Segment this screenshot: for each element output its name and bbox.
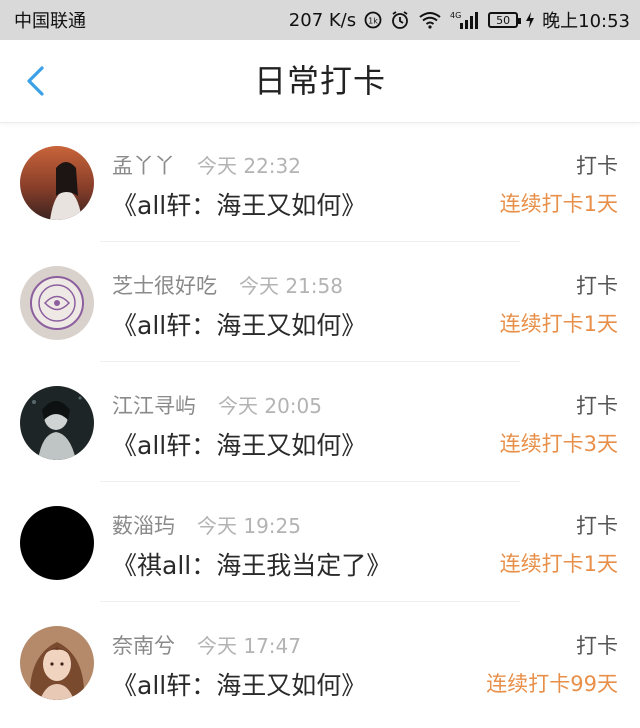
- book-title[interactable]: 《all轩：海王又如何》: [112, 666, 366, 702]
- post-time: 今天 19:25: [197, 514, 301, 538]
- streak-badge: 连续打卡1天: [499, 192, 618, 216]
- signal-icon: 4G: [450, 10, 480, 30]
- book-title[interactable]: 《祺all：海王我当定了》: [112, 546, 391, 582]
- streak-badge: 连续打卡3天: [499, 432, 618, 456]
- streak-badge: 连续打卡99天: [486, 672, 618, 696]
- list-item[interactable]: 孟丫丫 今天 22:32 《all轩：海王又如何》 打卡 连续打卡1天: [0, 122, 640, 242]
- avatar[interactable]: [20, 386, 94, 460]
- checkin-label: 打卡: [576, 394, 618, 418]
- status-icons: 207 K/s 1k 4G 50 晚上10:53: [289, 7, 630, 33]
- user-name[interactable]: 孟丫丫: [112, 154, 175, 178]
- checkin-label: 打卡: [576, 634, 618, 658]
- avatar[interactable]: [20, 146, 94, 220]
- user-name[interactable]: 江江寻屿: [112, 394, 196, 418]
- network-speed: 207 K/s: [288, 9, 357, 31]
- user-name[interactable]: 薮淄玙: [112, 514, 175, 538]
- avatar[interactable]: [20, 506, 94, 580]
- checkin-label: 打卡: [576, 154, 618, 178]
- nav-header: 日常打卡: [0, 40, 640, 123]
- avatar[interactable]: [20, 266, 94, 340]
- list-item[interactable]: 奈南兮 今天 17:47 《all轩：海王又如何》 打卡 连续打卡99天: [0, 602, 640, 722]
- data-saver-icon: 1k: [364, 11, 382, 29]
- avatar[interactable]: [20, 626, 94, 700]
- post-time: 今天 21:58: [239, 274, 343, 298]
- post-time: 今天 22:32: [197, 154, 301, 178]
- book-title[interactable]: 《all轩：海王又如何》: [112, 186, 366, 222]
- carrier-label: 中国联通: [14, 11, 86, 32]
- svg-text:1k: 1k: [368, 17, 378, 26]
- user-name[interactable]: 芝士很好吃: [112, 274, 217, 298]
- list-item[interactable]: 江江寻屿 今天 20:05 《all轩：海王又如何》 打卡 连续打卡3天: [0, 362, 640, 482]
- checkin-list: 孟丫丫 今天 22:32 《all轩：海王又如何》 打卡 连续打卡1天 芝士很好吃…: [0, 122, 640, 722]
- status-bar: 中国联通 207 K/s 1k 4G 50 晚上10:53: [0, 0, 640, 40]
- network-type: 4G: [450, 11, 461, 20]
- wifi-icon: [418, 11, 442, 29]
- checkin-label: 打卡: [576, 514, 618, 538]
- battery-icon: 50: [488, 12, 522, 28]
- post-time: 今天 20:05: [218, 394, 322, 418]
- list-item[interactable]: 芝士很好吃 今天 21:58 《all轩：海王又如何》 打卡 连续打卡1天: [0, 242, 640, 362]
- streak-badge: 连续打卡1天: [499, 312, 618, 336]
- streak-badge: 连续打卡1天: [499, 552, 618, 576]
- alarm-icon: [390, 10, 410, 30]
- book-title[interactable]: 《all轩：海王又如何》: [112, 306, 366, 342]
- page-title: 日常打卡: [253, 62, 386, 100]
- charging-icon: [526, 12, 535, 28]
- clock: 晚上10:53: [542, 11, 630, 32]
- user-name[interactable]: 奈南兮: [112, 634, 175, 658]
- book-title[interactable]: 《all轩：海王又如何》: [112, 426, 366, 462]
- list-item[interactable]: 薮淄玙 今天 19:25 《祺all：海王我当定了》 打卡 连续打卡1天: [0, 482, 640, 602]
- battery-level: 50: [496, 13, 511, 27]
- post-time: 今天 17:47: [197, 634, 301, 658]
- checkin-label: 打卡: [576, 274, 618, 298]
